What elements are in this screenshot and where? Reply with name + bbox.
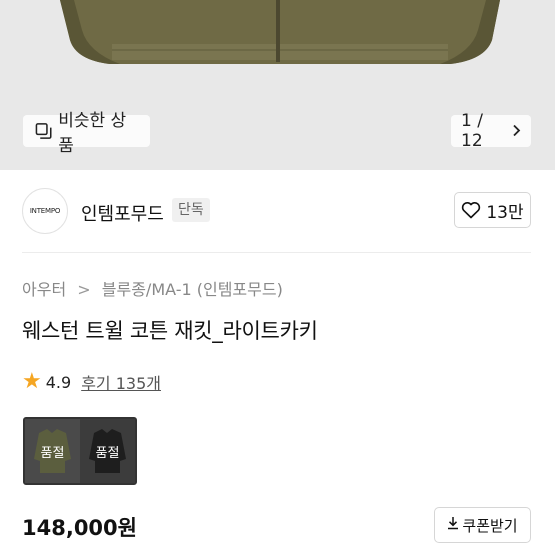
breadcrumb-separator: > [77, 280, 91, 299]
breadcrumb-category[interactable]: 블루종/MA-1 (인템포무드) [102, 280, 283, 299]
exclusive-badge: 단독 [172, 198, 210, 222]
rating-score: 4.9 [45, 372, 72, 392]
like-button[interactable]: 13만 [454, 192, 531, 228]
coupon-button[interactable]: 쿠폰받기 [434, 507, 531, 543]
soldout-label: 품절 [40, 445, 65, 461]
price: 148,000원 [22, 516, 137, 540]
download-icon [447, 516, 459, 534]
image-pager[interactable]: 1 / 12 [451, 111, 531, 151]
brand-logo[interactable]: INTEMPO [22, 188, 68, 234]
chevron-right-icon [512, 122, 521, 141]
color-options: 품절 품절 [23, 417, 137, 485]
breadcrumb-outer[interactable]: 아우터 [22, 280, 66, 299]
pager-text: 1 / 12 [461, 111, 483, 151]
reviews-link[interactable]: 후기 135개 [81, 370, 161, 394]
coupon-label: 쿠폰받기 [462, 516, 518, 535]
product-title: 웨스턴 트윌 코튼 재킷_라이트카키 [22, 319, 318, 343]
breadcrumb: 아우터 > 블루종/MA-1 (인템포무드) [22, 276, 283, 300]
like-count: 13만 [486, 202, 524, 223]
brand-logo-text: INTEMPO [29, 207, 61, 215]
rating-row: ★ 4.9 후기 135개 [22, 370, 161, 394]
brand-row: INTEMPO 인템포무드 단독 13만 [0, 170, 555, 252]
star-icon: ★ [22, 369, 42, 394]
color-option-khaki[interactable]: 품절 [25, 419, 80, 483]
soldout-label: 품절 [95, 445, 120, 461]
similar-products-label: 비슷한 상품 [58, 111, 127, 156]
product-image-gallery[interactable]: 비슷한 상품 1 / 12 [0, 0, 555, 170]
divider [22, 252, 531, 253]
similar-products-button[interactable]: 비슷한 상품 [23, 111, 150, 156]
color-option-black[interactable]: 품절 [80, 419, 135, 483]
brand-name[interactable]: 인템포무드 [81, 200, 164, 226]
copy-icon [35, 123, 52, 139]
heart-icon [462, 202, 481, 219]
